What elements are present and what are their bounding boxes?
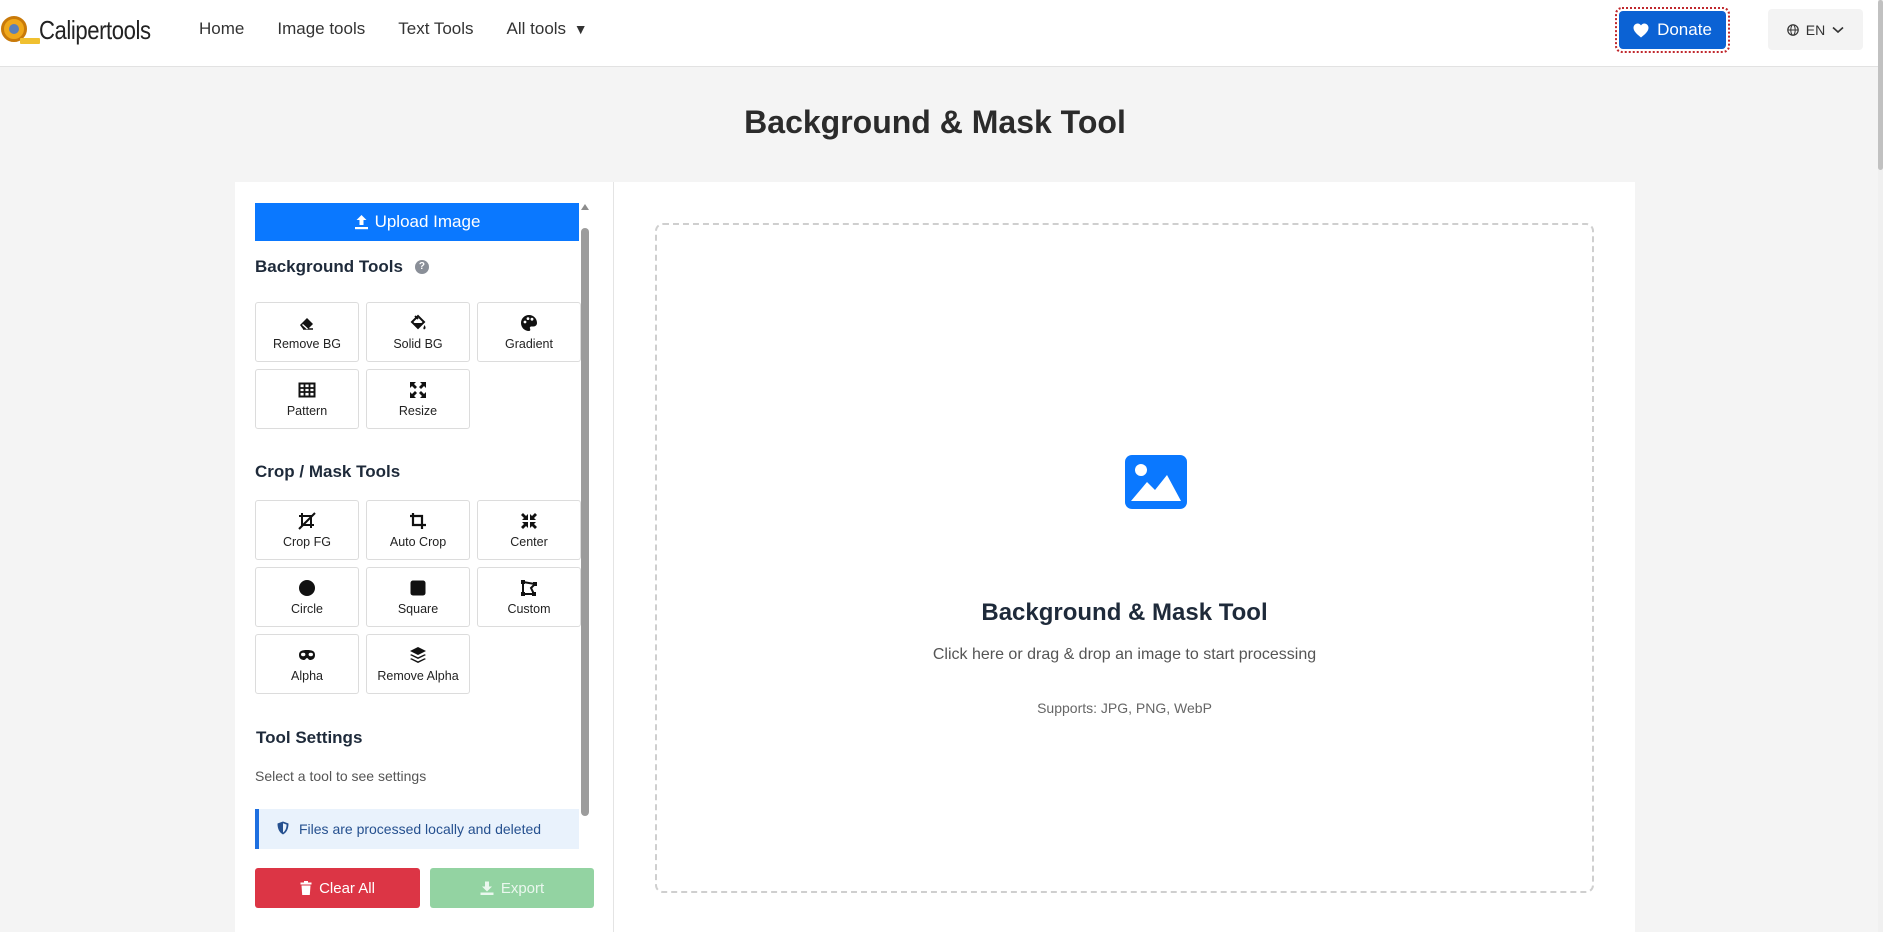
tool-solid-bg[interactable]: Solid BG xyxy=(366,302,470,362)
caret-down-icon: ▼ xyxy=(573,21,588,37)
tool-label: Square xyxy=(397,601,439,616)
circle-icon xyxy=(299,579,315,596)
image-icon xyxy=(1125,455,1187,509)
tool-crop-fg[interactable]: Crop FG xyxy=(255,500,359,560)
image-dropzone[interactable]: Background & Mask Tool Click here or dra… xyxy=(655,223,1594,893)
tool-resize[interactable]: Resize xyxy=(366,369,470,429)
tool-card: Upload Image Background Tools? Remove BG… xyxy=(235,182,1635,932)
clear-all-button[interactable]: Clear All xyxy=(255,868,420,908)
tool-label: Remove Alpha xyxy=(377,668,459,683)
tool-center[interactable]: Center xyxy=(477,500,581,560)
tool-circle[interactable]: Circle xyxy=(255,567,359,627)
caliper-logo-icon xyxy=(0,14,40,46)
nav-home[interactable]: Home xyxy=(199,18,244,40)
tool-sidebar: Upload Image Background Tools? Remove BG… xyxy=(235,182,614,932)
chevron-down-icon xyxy=(1832,26,1844,33)
paint-bucket-icon xyxy=(410,314,426,329)
crop-slash-icon xyxy=(298,511,316,530)
tool-settings-hint: Select a tool to see settings xyxy=(255,768,427,784)
donate-focus-ring: Donate xyxy=(1615,7,1730,53)
tool-remove-alpha[interactable]: Remove Alpha xyxy=(366,634,470,694)
nav-all-tools-label: All tools xyxy=(506,19,567,38)
dropzone-supported-formats: Supports: JPG, PNG, WebP xyxy=(1037,700,1212,716)
tool-label: Solid BG xyxy=(393,336,443,351)
tool-pattern[interactable]: Pattern xyxy=(255,369,359,429)
trash-icon xyxy=(300,881,312,895)
tool-label: Custom xyxy=(507,601,551,616)
scroll-up-arrow-icon[interactable] xyxy=(581,204,589,210)
help-icon[interactable]: ? xyxy=(414,259,429,274)
dropzone-title: Background & Mask Tool xyxy=(981,599,1268,626)
crop-mask-tools-grid: Crop FG Auto Crop Center Circle Square C… xyxy=(255,500,581,694)
language-code: EN xyxy=(1805,21,1826,38)
logo-text: Calipertools xyxy=(39,14,151,45)
main-nav: Home Image tools Text Tools All tools ▼ xyxy=(199,18,621,40)
page-title: Background & Mask Tool xyxy=(744,104,1126,140)
tool-alpha[interactable]: Alpha xyxy=(255,634,359,694)
download-icon xyxy=(480,881,494,895)
tool-label: Auto Crop xyxy=(389,534,447,549)
background-tools-heading: Background Tools? xyxy=(255,220,429,276)
tool-label: Remove BG xyxy=(272,336,342,351)
globe-icon xyxy=(1786,23,1799,36)
tool-label: Center xyxy=(510,534,548,549)
square-icon xyxy=(410,580,426,595)
draw-polygon-icon xyxy=(521,579,538,596)
nav-image-tools[interactable]: Image tools xyxy=(277,18,365,40)
heart-icon xyxy=(1633,23,1649,37)
crop-icon xyxy=(410,512,426,529)
tool-label: Crop FG xyxy=(283,534,331,549)
palette-icon xyxy=(521,314,537,331)
compress-icon xyxy=(521,512,537,529)
background-tools-grid: Remove BG Solid BG Gradient Pattern Resi… xyxy=(255,302,581,429)
page-scrollbar-thumb[interactable] xyxy=(1878,0,1883,170)
site-logo[interactable]: Calipertools xyxy=(0,14,170,46)
tool-label: Pattern xyxy=(286,403,328,418)
grid-pattern-icon xyxy=(298,382,316,397)
donate-button[interactable]: Donate xyxy=(1619,11,1726,49)
nav-text-tools[interactable]: Text Tools xyxy=(398,18,473,40)
tool-settings-title: Tool Settings xyxy=(256,728,363,747)
tool-label: Alpha xyxy=(291,668,323,683)
eraser-icon xyxy=(300,317,313,330)
tool-label: Resize xyxy=(398,403,438,418)
tool-auto-crop[interactable]: Auto Crop xyxy=(366,500,470,560)
tool-remove-bg[interactable]: Remove BG xyxy=(255,302,359,362)
layers-icon xyxy=(410,646,426,663)
tool-custom[interactable]: Custom xyxy=(477,567,581,627)
sidebar-scrollbar-thumb[interactable] xyxy=(581,228,589,816)
dropzone-subtitle: Click here or drag & drop an image to st… xyxy=(932,646,1317,663)
top-navbar: Calipertools Home Image tools Text Tools… xyxy=(0,0,1883,67)
tool-gradient[interactable]: Gradient xyxy=(477,302,581,362)
page-scrollbar[interactable] xyxy=(1878,0,1883,932)
export-label: Export xyxy=(500,879,545,897)
shield-icon xyxy=(277,821,289,835)
tool-label: Circle xyxy=(291,601,323,616)
sidebar-scrollbar[interactable] xyxy=(580,204,590,844)
nav-all-tools[interactable]: All tools ▼ xyxy=(507,18,588,40)
clear-all-label: Clear All xyxy=(319,879,375,897)
privacy-notice-text: Files are processed locally and deleted xyxy=(299,821,542,837)
export-button[interactable]: Export xyxy=(430,868,594,908)
tool-square[interactable]: Square xyxy=(366,567,470,627)
language-selector[interactable]: EN xyxy=(1768,9,1863,50)
expand-icon xyxy=(410,381,426,398)
background-tools-title: Background Tools xyxy=(255,257,403,276)
mask-icon xyxy=(299,649,315,660)
tool-label: Gradient xyxy=(505,336,553,351)
privacy-notice: Files are processed locally and deleted xyxy=(255,809,579,849)
donate-label: Donate xyxy=(1657,20,1712,39)
crop-mask-tools-title: Crop / Mask Tools xyxy=(255,462,401,481)
